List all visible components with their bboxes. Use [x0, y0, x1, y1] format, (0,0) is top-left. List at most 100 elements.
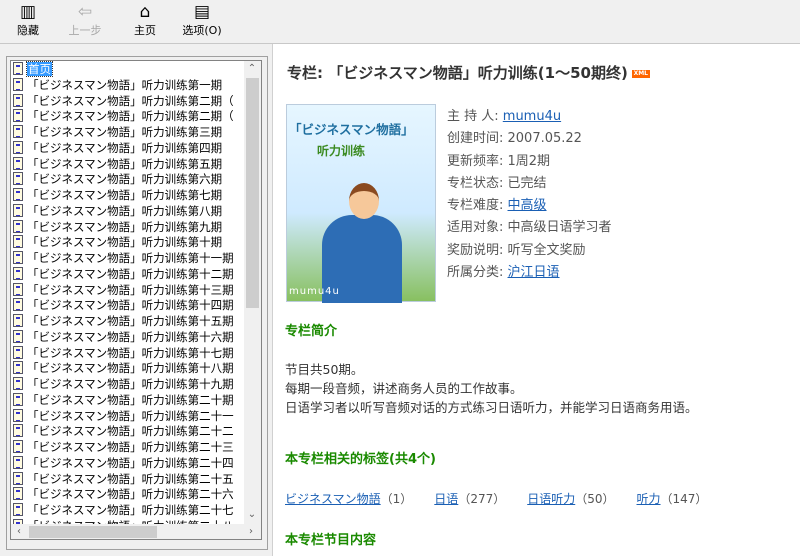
tree-item-label: 「ビジネスマン物語」听力训练第二十五 [27, 471, 234, 486]
tree-item[interactable]: 「ビジネスマン物語」听力训练第五期 [13, 156, 222, 172]
hide-pane-icon: ▥ [19, 2, 37, 22]
tag-count: （50） [575, 492, 615, 506]
info-link[interactable]: 沪江日语 [508, 265, 560, 280]
scroll-down-icon[interactable]: ⌄ [244, 507, 260, 523]
tree-item[interactable]: 「ビジネスマン物語」听力训练第三期 [13, 124, 222, 140]
info-link[interactable]: mumu4u [503, 109, 561, 124]
info-label: 专栏状态: [447, 175, 508, 191]
scroll-up-icon[interactable]: ⌃ [244, 61, 260, 77]
info-row: 主 持 人: mumu4u [447, 106, 612, 128]
tree-item-label: 「ビジネスマン物語」听力训练第十七期 [27, 345, 234, 360]
tree-item[interactable]: 「ビジネスマン物語」听力训练第二期（ [13, 108, 234, 124]
tag-count: （277） [458, 492, 506, 506]
tree-item[interactable]: 「ビジネスマン物語」听力训练第二十一 [13, 408, 234, 424]
tree-item-label: 「ビジネスマン物語」听力训练第二十七 [27, 503, 234, 517]
back-button[interactable]: ⇦ 上一步 [60, 2, 110, 38]
tree-item[interactable]: 「ビジネスマン物語」听力训练第十一期 [13, 250, 234, 266]
contents-tree[interactable]: 首页 「ビジネスマン物語」听力训练第一期 「ビジネスマン物語」听力训练第二期（ 「ビ… [10, 60, 262, 540]
tree-item-label: 「ビジネスマン物語」听力训练第十二期 [27, 266, 234, 281]
tree-item[interactable]: 「ビジネスマン物語」听力训练第十期 [13, 234, 222, 250]
tree-item[interactable]: 「ビジネスマン物語」听力训练第十三期 [13, 282, 234, 298]
tree-item-label: 「ビジネスマン物語」听力训练第十九期 [27, 377, 234, 391]
document-icon [13, 188, 23, 201]
tag-item: 听力（147） [637, 492, 708, 506]
horizontal-scroll-thumb[interactable] [29, 526, 157, 538]
tree-item-label: 「ビジネスマン物語」听力训练第十期 [27, 235, 223, 250]
hide-button[interactable]: ▥ 隐藏 [3, 2, 53, 38]
page-title: 专栏: 「ビジネスマン物語」听力训练(1～50期终) XML [287, 62, 650, 83]
vertical-scroll-thumb[interactable] [246, 78, 259, 308]
tree-item[interactable]: 「ビジネスマン物語」听力训练第二十四 [13, 455, 234, 471]
tree-item[interactable]: 「ビジネスマン物語」听力训练第十二期 [13, 266, 234, 282]
tree-item[interactable]: 「ビジネスマン物語」听力训练第八期 [13, 203, 222, 219]
content-pane: 专栏: 「ビジネスマン物語」听力训练(1～50期终) XML 「ビジネスマン物語」… [272, 44, 800, 556]
tree-item-label: 「ビジネスマン物語」听力训练第九期 [27, 219, 223, 234]
tree-item[interactable]: 「ビジネスマン物語」听力训练第一期 [13, 77, 222, 93]
document-icon [13, 408, 23, 422]
cover-image: 「ビジネスマン物語」 听力训练 mumu4u [286, 104, 436, 303]
tag-item: ビジネスマン物語（1） [285, 492, 412, 506]
tree-item[interactable]: 「ビジネスマン物語」听力训练第十七期 [13, 345, 234, 361]
document-icon [13, 440, 23, 453]
tree-item-label: 「ビジネスマン物語」听力训练第七期 [27, 188, 223, 202]
tree-item[interactable]: 「ビジネスマン物語」听力训练第十九期 [13, 376, 234, 392]
cover-subtitle: 听力训练 [317, 144, 366, 158]
scroll-left-icon[interactable]: ‹ [11, 524, 27, 539]
tree-item-label: 「ビジネスマン物語」听力训练第二期（ [27, 93, 234, 108]
tree-item[interactable]: 「ビジネスマン物語」听力训练第二十五 [13, 471, 234, 487]
vertical-scrollbar[interactable]: ⌃ ⌄ [244, 61, 261, 524]
info-link[interactable]: 中高级 [508, 198, 547, 213]
tree-item[interactable]: 「ビジネスマン物語」听力训练第六期 [13, 171, 222, 187]
tag-link[interactable]: 日语 [434, 492, 458, 506]
tree-item[interactable]: 「ビジネスマン物語」听力训练第二十期 [13, 392, 234, 408]
info-label: 创建时间: [447, 131, 508, 147]
tree-item-label: 「ビジネスマン物語」听力训练第十三期 [27, 282, 234, 297]
info-value: 1周2期 [507, 153, 551, 169]
options-button[interactable]: ▤ 选项(O) [177, 2, 227, 38]
document-icon [13, 140, 23, 154]
tree-item-label: 「ビジネスマン物語」听力训练第三期 [27, 125, 223, 139]
tree-item[interactable]: 「ビジネスマン物語」听力训练第十五期 [13, 313, 234, 329]
info-value: 2007.05.22 [507, 131, 582, 147]
tree-item[interactable]: 「ビジネスマン物語」听力训练第四期 [13, 140, 222, 156]
horizontal-scrollbar[interactable]: ‹ › [11, 524, 261, 539]
businessman-head [349, 183, 379, 219]
tree-item-home[interactable]: 首页 [13, 61, 53, 77]
tree-item-label: 「ビジネスマン物語」听力训练第八期 [27, 203, 223, 218]
scroll-right-icon[interactable]: › [243, 524, 259, 539]
info-value: 中高级日语学习者 [507, 220, 612, 236]
document-icon [13, 77, 23, 91]
document-icon [13, 125, 23, 138]
document-icon [13, 298, 23, 312]
back-label: 上一步 [68, 24, 102, 37]
tree-item[interactable]: 「ビジネスマン物語」听力训练第二十二 [13, 423, 234, 439]
document-icon [13, 503, 23, 516]
tag-link[interactable]: 日语听力 [527, 492, 575, 506]
document-icon [13, 487, 23, 501]
xml-feed-icon[interactable]: XML [631, 69, 650, 78]
home-button[interactable]: ⌂ 主页 [120, 2, 170, 38]
intro-line: 日语学习者以听写音频对话的方式练习日语听力，并能学习日语商务用语。 [285, 400, 698, 415]
tree-item[interactable]: 「ビジネスマン物語」听力训练第七期 [13, 187, 222, 203]
tree-item[interactable]: 「ビジネスマン物語」听力训练第二十六 [13, 486, 234, 502]
home-icon: ⌂ [139, 2, 151, 22]
tree-item[interactable]: 「ビジネスマン物語」听力训练第十四期 [13, 297, 234, 313]
document-icon [13, 314, 23, 327]
info-value: 已完结 [507, 175, 547, 191]
tree-item-label: 「ビジネスマン物語」听力训练第一期 [27, 77, 223, 92]
tree-item[interactable]: 「ビジネスマン物語」听力训练第九期 [13, 219, 222, 235]
tree-item[interactable]: 「ビジネスマン物語」听力训练第十八期 [13, 360, 234, 376]
document-icon [13, 392, 23, 406]
tree-item-label: 「ビジネスマン物語」听力训练第十六期 [27, 329, 234, 344]
tag-item: 日语听力（50） [527, 492, 614, 506]
document-icon [13, 345, 23, 359]
tree-item[interactable]: 「ビジネスマン物語」听力训练第十六期 [13, 329, 234, 345]
page-title-text: 专栏: 「ビジネスマン物語」听力训练(1～50期终) [287, 64, 628, 82]
tree-item[interactable]: 「ビジネスマン物語」听力训练第二期（ [13, 93, 234, 109]
tree-item-label: 「ビジネスマン物語」听力训练第十五期 [27, 314, 234, 328]
tree-item[interactable]: 「ビジネスマン物語」听力训练第二十三 [13, 439, 234, 455]
tag-link[interactable]: ビジネスマン物語 [285, 492, 381, 506]
document-icon [13, 282, 23, 296]
tree-item[interactable]: 「ビジネスマン物語」听力训练第二十七 [13, 502, 234, 518]
tag-link[interactable]: 听力 [637, 492, 661, 506]
